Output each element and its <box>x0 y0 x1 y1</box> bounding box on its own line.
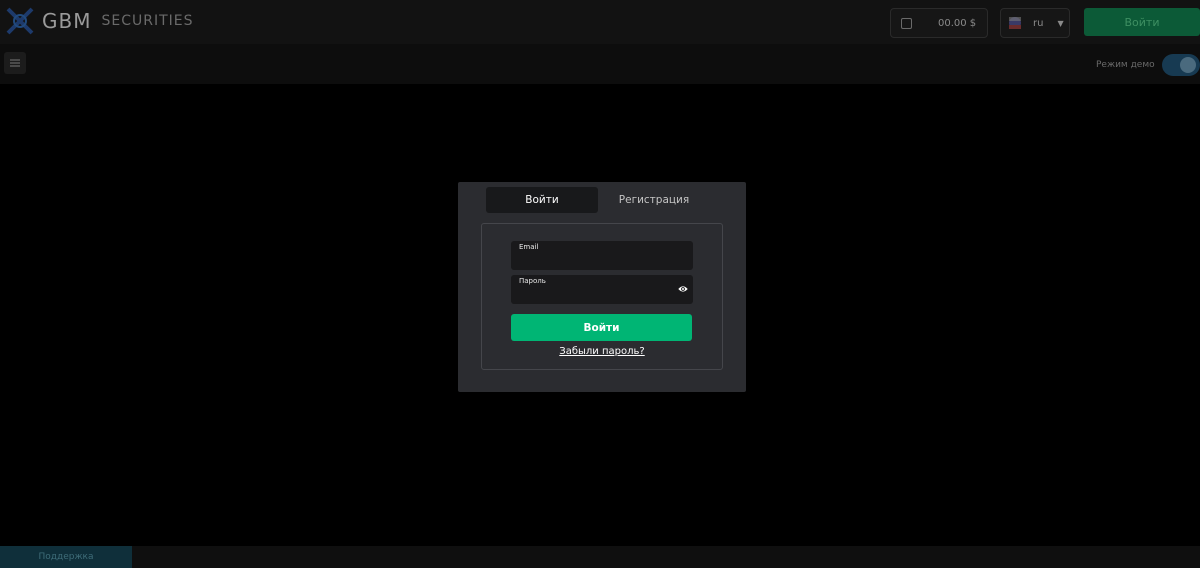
chevron-down-icon: ▼ <box>1057 18 1064 28</box>
tab-register[interactable]: Регистрация <box>598 187 710 213</box>
language-code: ru <box>1033 17 1044 29</box>
logo-subtext: SECURITIES <box>101 13 194 29</box>
login-modal: Войти Регистрация Email Пароль Войти Заб… <box>458 182 746 392</box>
email-input[interactable] <box>519 254 669 267</box>
top-bar: GBM SECURITIES 00.00 $ ru ▼ Войти <box>0 0 1200 44</box>
wallet-icon <box>901 17 912 29</box>
password-label: Пароль <box>519 277 546 285</box>
tab-login[interactable]: Войти <box>486 187 598 213</box>
auth-tabs: Войти Регистрация <box>486 187 710 213</box>
forgot-password-link[interactable]: Забыли пароль? <box>482 346 722 357</box>
balance-widget[interactable]: 00.00 $ <box>890 8 988 38</box>
logo[interactable]: GBM SECURITIES <box>4 4 194 38</box>
language-selector[interactable]: ru ▼ <box>1000 8 1070 38</box>
sub-bar <box>0 44 1200 84</box>
menu-button[interactable] <box>4 52 26 74</box>
hamburger-icon <box>10 59 20 67</box>
login-submit-button[interactable]: Войти <box>511 314 692 341</box>
header-login-button[interactable]: Войти <box>1084 8 1200 36</box>
password-field[interactable]: Пароль <box>511 275 693 304</box>
bottom-bar <box>0 546 1200 568</box>
password-input[interactable] <box>519 288 669 301</box>
support-button[interactable]: Поддержка <box>0 546 132 568</box>
email-label: Email <box>519 243 539 251</box>
demo-mode-toggle[interactable] <box>1162 54 1200 76</box>
flag-icon <box>1009 17 1021 29</box>
eye-icon[interactable] <box>678 285 688 293</box>
logo-text: GBM <box>42 9 92 33</box>
logo-icon <box>6 7 34 35</box>
login-form: Email Пароль Войти Забыли пароль? <box>481 223 723 370</box>
email-field[interactable]: Email <box>511 241 693 270</box>
demo-mode-label: Режим демо <box>1096 60 1155 70</box>
balance-text: 00.00 $ <box>938 17 977 29</box>
